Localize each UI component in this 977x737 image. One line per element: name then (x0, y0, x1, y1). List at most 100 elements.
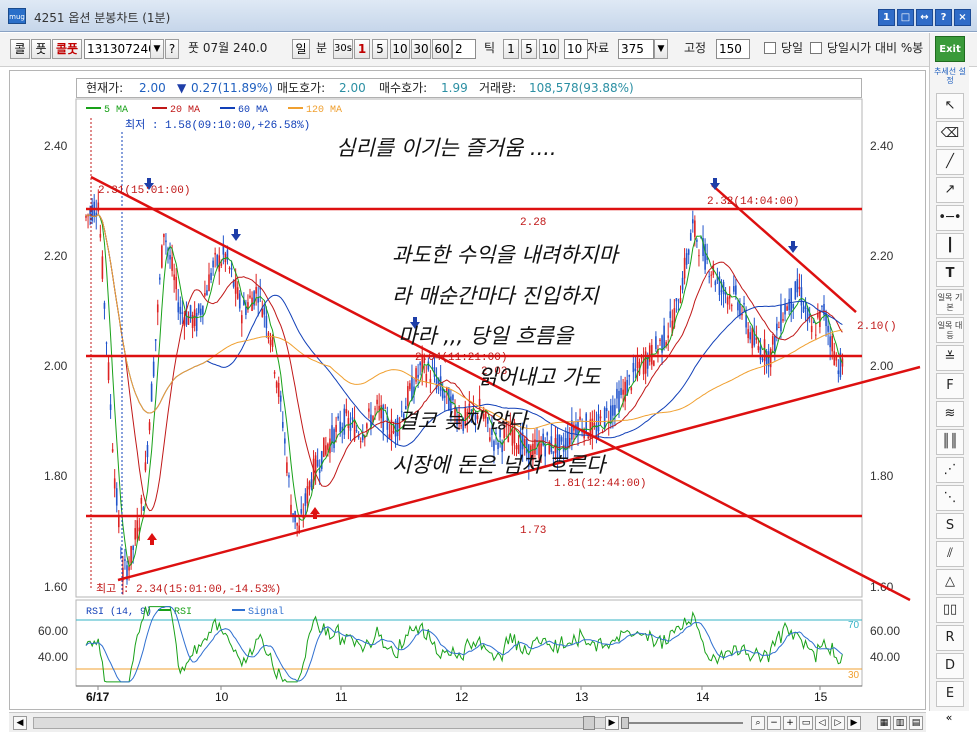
candle-body (392, 431, 395, 433)
right-value-label: 2.10() (857, 321, 897, 333)
candle-body (267, 332, 270, 340)
candle-body (195, 312, 198, 331)
candle-body (571, 420, 573, 440)
candle-body (743, 302, 745, 305)
candle-body (776, 323, 778, 331)
candle-body (163, 233, 165, 238)
pointer-icon[interactable]: ↖ (936, 93, 964, 119)
candle-body (124, 559, 126, 561)
candle-body (111, 449, 114, 452)
low-label: 1.81(12:44:00) (554, 478, 646, 490)
candle-body (489, 437, 491, 441)
ichimoku-equal-button[interactable]: 일목 대등 (936, 317, 964, 343)
candle-body (275, 381, 278, 388)
scroll-right-icon[interactable]: ▶ (605, 716, 619, 730)
triangle-icon[interactable]: △ (936, 569, 964, 595)
candle-body (99, 233, 102, 238)
fib-fan-icon[interactable]: F (936, 373, 964, 399)
candle-body (519, 432, 522, 456)
candle-body (200, 308, 202, 316)
range-r-icon[interactable]: R (936, 625, 964, 651)
y-tick-left: 2.40 (44, 139, 68, 153)
speed-line-icon[interactable]: S (936, 513, 964, 539)
candle-body (689, 232, 692, 241)
candle-body (648, 345, 651, 362)
candle-body (171, 256, 173, 271)
channel-icon[interactable]: ⫽ (936, 541, 964, 567)
candle-body (345, 409, 348, 414)
candle-body (189, 305, 192, 318)
collapse-panel-icon[interactable]: « (934, 712, 964, 726)
gann-grid-icon[interactable]: ⋱ (936, 485, 964, 511)
candle-body (255, 287, 257, 294)
split-icon[interactable]: ▥ (893, 716, 907, 730)
candle-body (681, 277, 684, 290)
text-icon[interactable]: T (936, 261, 964, 287)
candle-body (208, 274, 210, 292)
candle-body (478, 398, 481, 410)
parallel-icon[interactable]: ≋ (936, 401, 964, 427)
scroll-thumb[interactable] (583, 716, 595, 730)
candle-body (165, 240, 167, 243)
ichimoku-basic-button[interactable]: 일목 기본 (936, 289, 964, 315)
ray-icon[interactable]: ↗ (936, 177, 964, 203)
range-e-icon[interactable]: E (936, 681, 964, 707)
candle-body (587, 436, 590, 439)
candle-body (802, 306, 805, 313)
candle-body (747, 329, 749, 339)
grid-icon[interactable]: ▦ (877, 716, 891, 730)
next-icon[interactable]: ▷ (831, 716, 845, 730)
candle-body (708, 276, 710, 278)
candle-body (683, 257, 686, 279)
line-icon[interactable]: ╱ (936, 149, 964, 175)
candle-body (388, 434, 391, 438)
segment-icon[interactable]: •─• (936, 205, 964, 231)
exit-button[interactable]: Exit (935, 36, 965, 62)
candle-body (833, 351, 836, 366)
retracement-icon[interactable]: ║║ (936, 429, 964, 455)
candle-body (560, 437, 563, 442)
x-tick: 6/17 (86, 690, 110, 704)
up-arrow-icon (310, 507, 320, 514)
candle-body (771, 336, 774, 345)
horizontal-scrollbar[interactable]: ◀ ▶ ⌕ − + ▭ ◁ ▷ ▶ ▦ ▥ ▤ (9, 712, 926, 732)
candle-body (831, 335, 833, 352)
candle-body (804, 305, 807, 309)
annotation-line: 과도한 수익을 내려하지마 (392, 243, 621, 267)
scroll-left-icon[interactable]: ◀ (13, 716, 27, 730)
zoom-slider[interactable] (621, 717, 747, 729)
vline-icon[interactable]: ┃ (936, 233, 964, 259)
fan-icon[interactable]: ≚ (936, 345, 964, 371)
candle-body (249, 295, 251, 298)
low-note: 최저 : 1.58(09:10:00,+26.58%) (125, 118, 310, 132)
dock-icon[interactable]: ▤ (909, 716, 923, 730)
candle-body (368, 408, 370, 412)
signal-legend: Signal (248, 606, 284, 618)
candle-body (735, 285, 737, 295)
candle-body (296, 522, 298, 526)
candle-body (698, 255, 700, 257)
trend-setting-label[interactable]: 추세선 설정 (932, 67, 968, 85)
candle-body (653, 360, 655, 366)
candle-body (780, 304, 782, 332)
cycle-icon[interactable]: ▯▯ (936, 597, 964, 623)
end-icon[interactable]: ▶ (847, 716, 861, 730)
zoom-icon[interactable]: ⌕ (751, 716, 765, 730)
candle-body (306, 486, 309, 504)
candle-body (331, 425, 333, 443)
zoom-in-icon[interactable]: + (783, 716, 797, 730)
x-tick: 14 (696, 690, 710, 704)
gann-fan-icon[interactable]: ⋰ (936, 457, 964, 483)
candle-body (632, 362, 635, 373)
zoom-out-icon[interactable]: − (767, 716, 781, 730)
level-label: 1.73 (520, 525, 546, 537)
prev-icon[interactable]: ◁ (815, 716, 829, 730)
eraser-icon[interactable]: ⌫ (936, 121, 964, 147)
range-d-icon[interactable]: D (936, 653, 964, 679)
scroll-track[interactable] (33, 717, 608, 729)
level-label: 2.28 (520, 217, 546, 229)
candle-body (308, 481, 311, 490)
candle-body (821, 305, 823, 308)
fit-icon[interactable]: ▭ (799, 716, 813, 730)
candle-body (191, 314, 194, 328)
